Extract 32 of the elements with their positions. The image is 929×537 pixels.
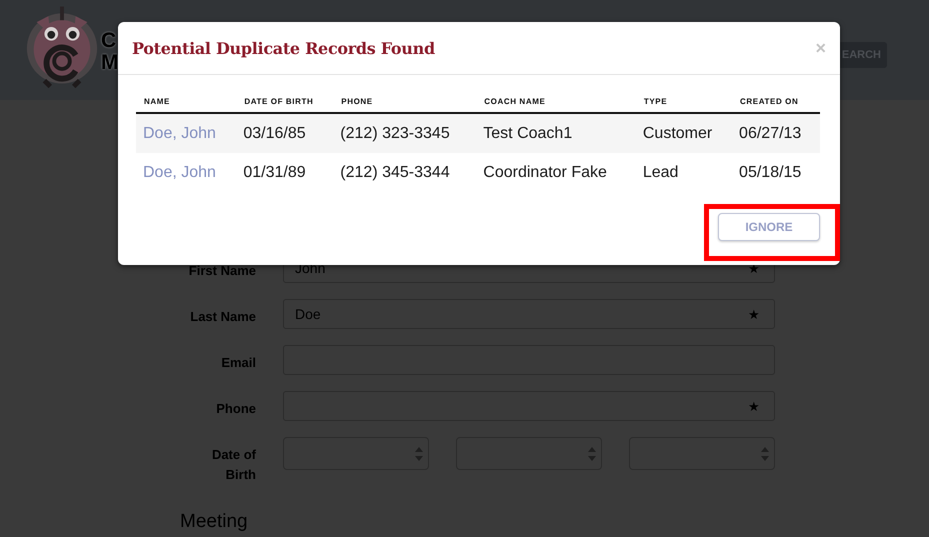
required-mark: ★ — [748, 260, 760, 276]
input-field[interactable]: ★ — [283, 391, 775, 421]
dropdown[interactable] — [629, 437, 775, 470]
section-heading: Meeting — [180, 511, 249, 533]
table-cell: 03/16/85 — [243, 124, 306, 142]
table-cell: Customer — [642, 124, 712, 142]
record-link[interactable]: Doe, John — [143, 164, 216, 180]
ignore-button[interactable]: IGNORE — [718, 213, 820, 241]
table-cell: Lead — [642, 164, 678, 180]
field-label: First Name — [188, 262, 257, 280]
dropdown[interactable] — [283, 437, 429, 470]
close-button[interactable]: × — [815, 38, 826, 58]
up-down-arrows-icon — [761, 446, 769, 460]
dropdown[interactable] — [456, 437, 602, 470]
table-cell: Test Coach1 — [483, 124, 572, 142]
logo-letter: M — [101, 52, 118, 74]
up-down-arrows-icon — [588, 446, 596, 460]
table-cell: 01/31/89 — [243, 164, 306, 180]
field-label: Date of Birth — [210, 446, 257, 484]
field-label: Last Name — [189, 308, 257, 326]
input-field[interactable]: Doe ★ — [283, 299, 775, 329]
field-label: Phone — [215, 400, 257, 418]
table-cell: (212) 323-3345 — [340, 124, 450, 142]
table-cell: (212) 345-3344 — [340, 164, 450, 180]
required-mark: ★ — [748, 398, 760, 414]
table-cell: 05/18/15 — [739, 164, 802, 180]
table-cell: 06/27/13 — [739, 124, 802, 142]
dialog-title: Potential Duplicate Records Found — [132, 38, 435, 58]
up-down-arrows-icon — [415, 446, 423, 460]
table-cell: Coordinator Fake — [483, 164, 607, 180]
required-mark: ★ — [748, 306, 760, 322]
field-label: Email — [220, 354, 257, 372]
